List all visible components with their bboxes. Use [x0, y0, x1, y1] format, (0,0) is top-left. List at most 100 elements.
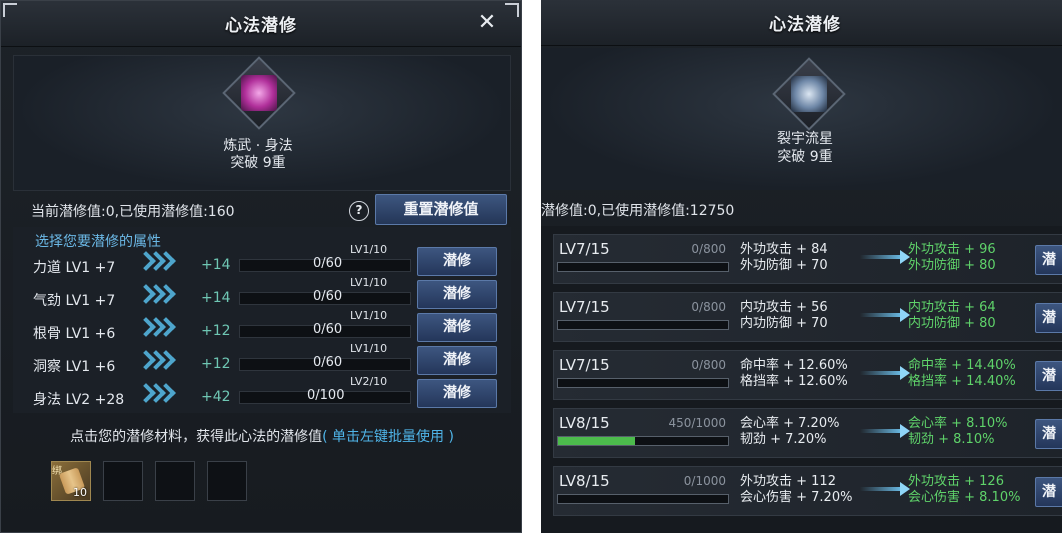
cultivate-button[interactable]: 潜修 — [417, 313, 497, 342]
next-stat-2: 会心伤害 + 8.10% — [908, 490, 1021, 505]
progress-text: 0/60 — [313, 256, 343, 271]
current-stat-2: 外功防御 + 70 — [740, 258, 828, 273]
current-stat-1: 会心率 + 7.20% — [740, 416, 840, 431]
level-label: LV8/15 — [559, 414, 610, 432]
current-stat-2: 会心伤害 + 7.20% — [740, 490, 853, 505]
cultivate-button[interactable]: 潜修 — [417, 346, 497, 375]
next-stat-2: 内功防御 + 80 — [908, 316, 996, 331]
cultivation-info: 当前潜修值:0,已使用潜修值:160 — [31, 204, 235, 220]
progress-bar — [557, 262, 729, 272]
level-label: LV1/10 — [350, 243, 388, 256]
cultivate-button[interactable]: 潜 — [1035, 361, 1062, 391]
attribute-row: 洞察 LV1 +6 +12 0/60 LV1/10 潜修 — [1, 342, 523, 379]
progress-text: 0/100 — [307, 388, 345, 403]
level-label: LV1/10 — [350, 342, 388, 355]
next-stat-1: 外功攻击 + 126 — [908, 474, 1004, 489]
progress-bar — [557, 494, 729, 504]
material-hint: 点击您的潜修材料，获得此心法的潜修值( 单击左键批量使用 ) — [1, 426, 523, 446]
cultivate-button[interactable]: 潜修 — [417, 379, 497, 408]
attribute-row: LV7/15 0/800 内功攻击 + 56 内功防御 + 70 内功攻击 + 64 内功… — [553, 292, 1062, 342]
close-button[interactable]: ✕ — [475, 11, 499, 35]
next-stat-2: 韧劲 + 8.10% — [908, 432, 995, 447]
current-stat-1: 命中率 + 12.60% — [740, 358, 848, 373]
left-panel: 心法潜修 ✕ 炼武 · 身法 突破 9重 当前潜修值:0,已使用潜修值:160 … — [0, 0, 522, 533]
current-stat-1: 外功攻击 + 84 — [740, 242, 828, 257]
attribute-name: 洞察 LV1 +6 — [33, 359, 116, 375]
progress-text: 0/60 — [313, 355, 343, 370]
material-slot-empty[interactable] — [155, 461, 195, 501]
attribute-gain: +42 — [201, 389, 231, 405]
material-slot-empty[interactable] — [207, 461, 247, 501]
attribute-name: 根骨 LV1 +6 — [33, 326, 116, 342]
level-label: LV8/15 — [559, 472, 610, 490]
progress-text: 450/1000 — [668, 416, 727, 430]
batch-use-link[interactable]: ( 单击左键批量使用 ) — [322, 429, 454, 445]
level-label: LV1/10 — [350, 276, 388, 289]
current-stat-1: 外功攻击 + 112 — [740, 474, 836, 489]
help-icon[interactable]: ? — [349, 201, 369, 221]
attribute-name: 力道 LV1 +7 — [33, 260, 116, 276]
progress-text: 0/60 — [313, 322, 343, 337]
next-stat-1: 内功攻击 + 64 — [908, 300, 996, 315]
next-stat-1: 会心率 + 8.10% — [908, 416, 1008, 431]
level-label: LV1/10 — [350, 309, 388, 322]
arrow-right-icon — [860, 250, 910, 264]
right-panel: 心法潜修 裂宇流星 突破 9重 潜修值:0,已使用潜修值:12750 LV7/1… — [541, 0, 1062, 533]
arrow-right-icon — [860, 482, 910, 496]
cultivation-info: 潜修值:0,已使用潜修值:12750 — [541, 203, 735, 219]
chevron-right-icon — [136, 383, 176, 409]
current-stat-2: 内功防御 + 70 — [740, 316, 828, 331]
book-icon — [241, 75, 277, 111]
material-slot-empty[interactable] — [103, 461, 143, 501]
arrow-right-icon — [860, 424, 910, 438]
level-label: LV2/10 — [350, 375, 388, 388]
current-stat-2: 格挡率 + 12.60% — [740, 374, 848, 389]
attribute-row: LV8/15 0/1000 外功攻击 + 112 会心伤害 + 7.20% 外功攻击 +… — [553, 466, 1062, 516]
hint-text: 点击您的潜修材料，获得此心法的潜修值 — [70, 429, 323, 445]
attribute-gain: +12 — [201, 323, 231, 339]
cultivate-button[interactable]: 潜 — [1035, 477, 1062, 507]
attribute-row: 力道 LV1 +7 +14 0/60 LV1/10 潜修 — [1, 243, 523, 280]
arrow-right-icon — [860, 308, 910, 322]
cultivate-button[interactable]: 潜 — [1035, 303, 1062, 333]
window-title: 心法潜修 — [225, 16, 297, 36]
current-stat-1: 内功攻击 + 56 — [740, 300, 828, 315]
attribute-gain: +14 — [201, 257, 231, 273]
attribute-row: 根骨 LV1 +6 +12 0/60 LV1/10 潜修 — [1, 309, 523, 346]
chevron-right-icon — [136, 350, 176, 376]
cultivate-button[interactable]: 潜修 — [417, 280, 497, 309]
progress-bar — [557, 378, 729, 388]
progress-bar — [557, 436, 729, 446]
chevron-right-icon — [136, 317, 176, 343]
attribute-row: 身法 LV2 +28 +42 0/100 LV2/10 潜修 — [1, 375, 523, 412]
material-slot[interactable]: 绑 10 — [51, 461, 91, 501]
title-bar: 心法潜修 ✕ — [1, 1, 521, 47]
cultivate-button[interactable]: 潜 — [1035, 419, 1062, 449]
skill-breakthrough: 突破 9重 — [230, 155, 286, 171]
attribute-name: 气劲 LV1 +7 — [33, 293, 116, 309]
cultivate-button[interactable]: 潜修 — [417, 247, 497, 276]
cultivate-button[interactable]: 潜 — [1035, 245, 1062, 275]
attribute-list: LV7/15 0/800 外功攻击 + 84 外功防御 + 70 外功攻击 + 96 外功… — [541, 226, 1062, 533]
attribute-name: 身法 LV2 +28 — [33, 392, 125, 408]
item-count: 10 — [73, 486, 87, 499]
attribute-gain: +14 — [201, 290, 231, 306]
next-stat-1: 命中率 + 14.40% — [908, 358, 1016, 373]
progress-text: 0/1000 — [683, 474, 726, 488]
attribute-row: LV8/15 450/1000 会心率 + 7.20% 韧劲 + 7.20% 会心率 +… — [553, 408, 1062, 458]
next-stat-1: 外功攻击 + 96 — [908, 242, 996, 257]
level-label: LV7/15 — [559, 356, 610, 374]
progress-text: 0/60 — [313, 289, 343, 304]
progress-text: 0/800 — [691, 358, 726, 372]
progress-text: 0/800 — [691, 300, 726, 314]
attribute-row: LV7/15 0/800 命中率 + 12.60% 格挡率 + 12.60% 命中率 +… — [553, 350, 1062, 400]
attribute-gain: +12 — [201, 356, 231, 372]
current-stat-2: 韧劲 + 7.20% — [740, 432, 827, 447]
reset-button[interactable]: 重置潜修值 — [375, 194, 507, 225]
window-title: 心法潜修 — [769, 15, 841, 35]
skill-name: 裂宇流星 — [777, 131, 833, 147]
arrow-right-icon — [860, 366, 910, 380]
next-stat-2: 外功防御 + 80 — [908, 258, 996, 273]
skill-breakthrough: 突破 9重 — [777, 149, 833, 165]
book-icon — [791, 76, 827, 112]
